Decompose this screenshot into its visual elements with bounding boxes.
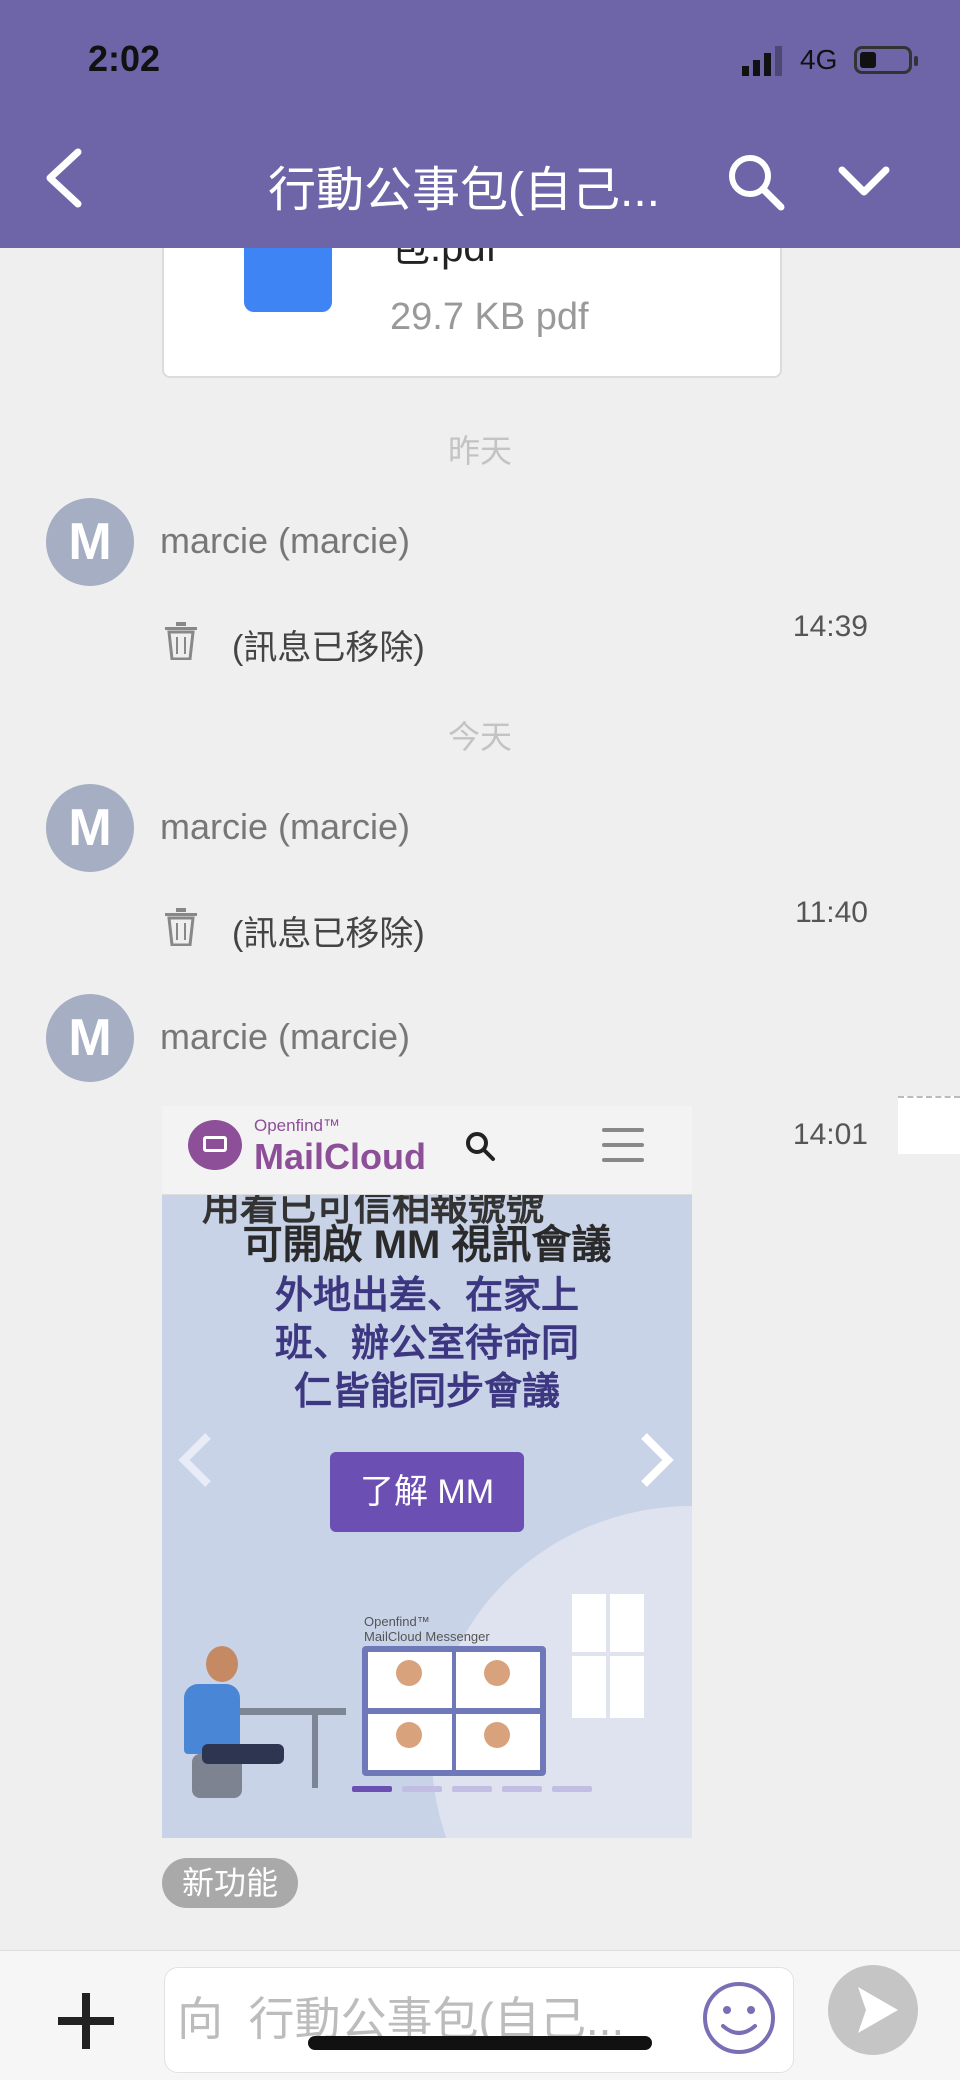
file-meta: 29.7 KB pdf: [390, 296, 589, 338]
ad-mini-label: Openfind™ MailCloud Messenger: [364, 1614, 490, 1644]
ad-brand-small: Openfind™: [254, 1116, 340, 1135]
carousel-dots: [352, 1786, 592, 1794]
sender-name: marcie (marcie): [160, 806, 411, 847]
ad-headline: 可開啟 MM 視訊會議: [242, 1223, 612, 1267]
new-feature-badge: 新功能: [162, 1858, 299, 1908]
sender-name: marcie (marcie): [160, 520, 411, 561]
person-head-graphic: [206, 1646, 238, 1682]
send-button[interactable]: [828, 1965, 918, 2055]
ad-body-line: 仁皆能同步會議: [293, 1371, 560, 1413]
ad-body: 外地出差、在家上 班、辦公室待命同 仁皆能同步會議: [162, 1272, 692, 1416]
message-time: 14:39: [792, 610, 868, 643]
pdf-file-icon: [244, 240, 332, 312]
page-curl-icon: [898, 1096, 960, 1154]
message-time: 11:40: [795, 896, 868, 929]
send-icon: [858, 1987, 898, 2033]
desk-leg-graphic: [312, 1714, 318, 1788]
date-separator: 今天: [447, 719, 512, 755]
mailcloud-logo-icon: [188, 1120, 242, 1170]
emoji-icon[interactable]: [701, 1980, 777, 2056]
trash-icon: [165, 622, 197, 660]
ad-body-line: 班、辦公室待命同: [274, 1323, 579, 1365]
signal-icon: [742, 46, 782, 76]
plus-icon[interactable]: [56, 1991, 116, 2051]
avatar[interactable]: M: [46, 994, 134, 1082]
sender-name: marcie (marcie): [160, 1016, 411, 1057]
avatar[interactable]: M: [46, 498, 134, 586]
search-icon[interactable]: [726, 152, 786, 212]
removed-message: (訊息已移除): [232, 629, 425, 667]
ad-body-line: 外地出差、在家上: [274, 1275, 579, 1317]
ad-topbar: Openfind™ MailCloud: [162, 1106, 692, 1195]
removed-message: (訊息已移除): [232, 915, 425, 953]
date-separator: 昨天: [447, 433, 512, 469]
desk-graphic: [222, 1708, 346, 1715]
chevron-down-icon[interactable]: [838, 162, 890, 202]
home-indicator: [308, 2036, 652, 2050]
image-message[interactable]: 用着已可信相報號號 Openfind™ MailCloud 可開啟 MM 視訊會…: [162, 1106, 692, 1838]
trash-icon: [165, 908, 197, 946]
ad-learn-button: 了解 MM: [330, 1452, 524, 1532]
chevron-right-icon: [641, 1433, 674, 1487]
ad-mini-title: MailCloud Messenger: [364, 1629, 490, 1644]
ad-search-icon: [466, 1132, 495, 1161]
ad-brand: MailCloud: [254, 1136, 426, 1177]
battery-icon: [854, 46, 918, 74]
chevron-left-icon: [178, 1433, 211, 1487]
chat-header: 2:02 4G 行動公事包(自己...: [0, 0, 960, 248]
network-label: 4G: [800, 44, 838, 75]
composer-bar: [0, 1950, 960, 2080]
ad-mini-small: Openfind™: [364, 1614, 430, 1629]
status-time: 2:02: [88, 38, 161, 79]
video-call-screen-graphic: [362, 1646, 546, 1776]
back-icon[interactable]: [40, 146, 88, 210]
chat-title: 行動公事包(自己...: [268, 164, 660, 217]
person-legs-graphic: [202, 1744, 284, 1764]
avatar[interactable]: M: [46, 784, 134, 872]
message-time: 14:01: [792, 1118, 868, 1151]
ad-window-graphic: [572, 1594, 644, 1718]
message-input-box[interactable]: [164, 1967, 794, 2073]
ad-menu-icon: [602, 1128, 644, 1168]
